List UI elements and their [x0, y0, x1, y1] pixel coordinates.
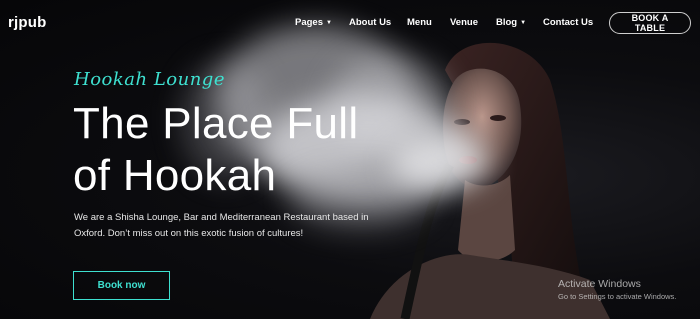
book-a-table-button[interactable]: BOOK A TABLE [609, 12, 691, 34]
nav-item-contact-us[interactable]: Contact Us [543, 17, 593, 28]
nav-item-label: Contact Us [543, 17, 594, 28]
nav-item-label: About Us [349, 17, 392, 28]
nav-item-about-us[interactable]: About Us [349, 17, 391, 28]
hero-script-title: Hookah Lounge [74, 69, 225, 90]
nav-item-label: Blog [496, 17, 518, 28]
nav-item-label: Venue [450, 17, 478, 28]
book-now-button[interactable]: Book now [73, 271, 170, 300]
hero-description: We are a Shisha Lounge, Bar and Mediterr… [74, 212, 369, 239]
nav-item-blog[interactable]: Blog ▼ [496, 17, 526, 28]
nav-item-pages[interactable]: Pages ▼ [295, 17, 332, 28]
main-navigation: Pages ▼ About Us Menu Venue Blog ▼ Contact… [0, 17, 700, 33]
nav-item-label: Menu [407, 17, 432, 28]
nav-item-label: Pages [295, 17, 323, 28]
hero-headline-line-2: of Hookah [73, 151, 277, 200]
chevron-down-icon: ▼ [326, 20, 332, 26]
nav-item-menu[interactable]: Menu [407, 17, 432, 28]
chevron-down-icon: ▼ [520, 20, 527, 26]
hero-headline: The Place Full of Hookah [73, 98, 358, 202]
activate-windows-watermark: Activate Windows Go to Settings to activ… [558, 278, 676, 301]
watermark-title: Activate Windows [558, 278, 641, 290]
nav-item-venue[interactable]: Venue [450, 17, 478, 28]
hero-headline-line-1: The Place Full [73, 99, 359, 148]
watermark-subtitle: Go to Settings to activate Windows. [558, 292, 677, 301]
